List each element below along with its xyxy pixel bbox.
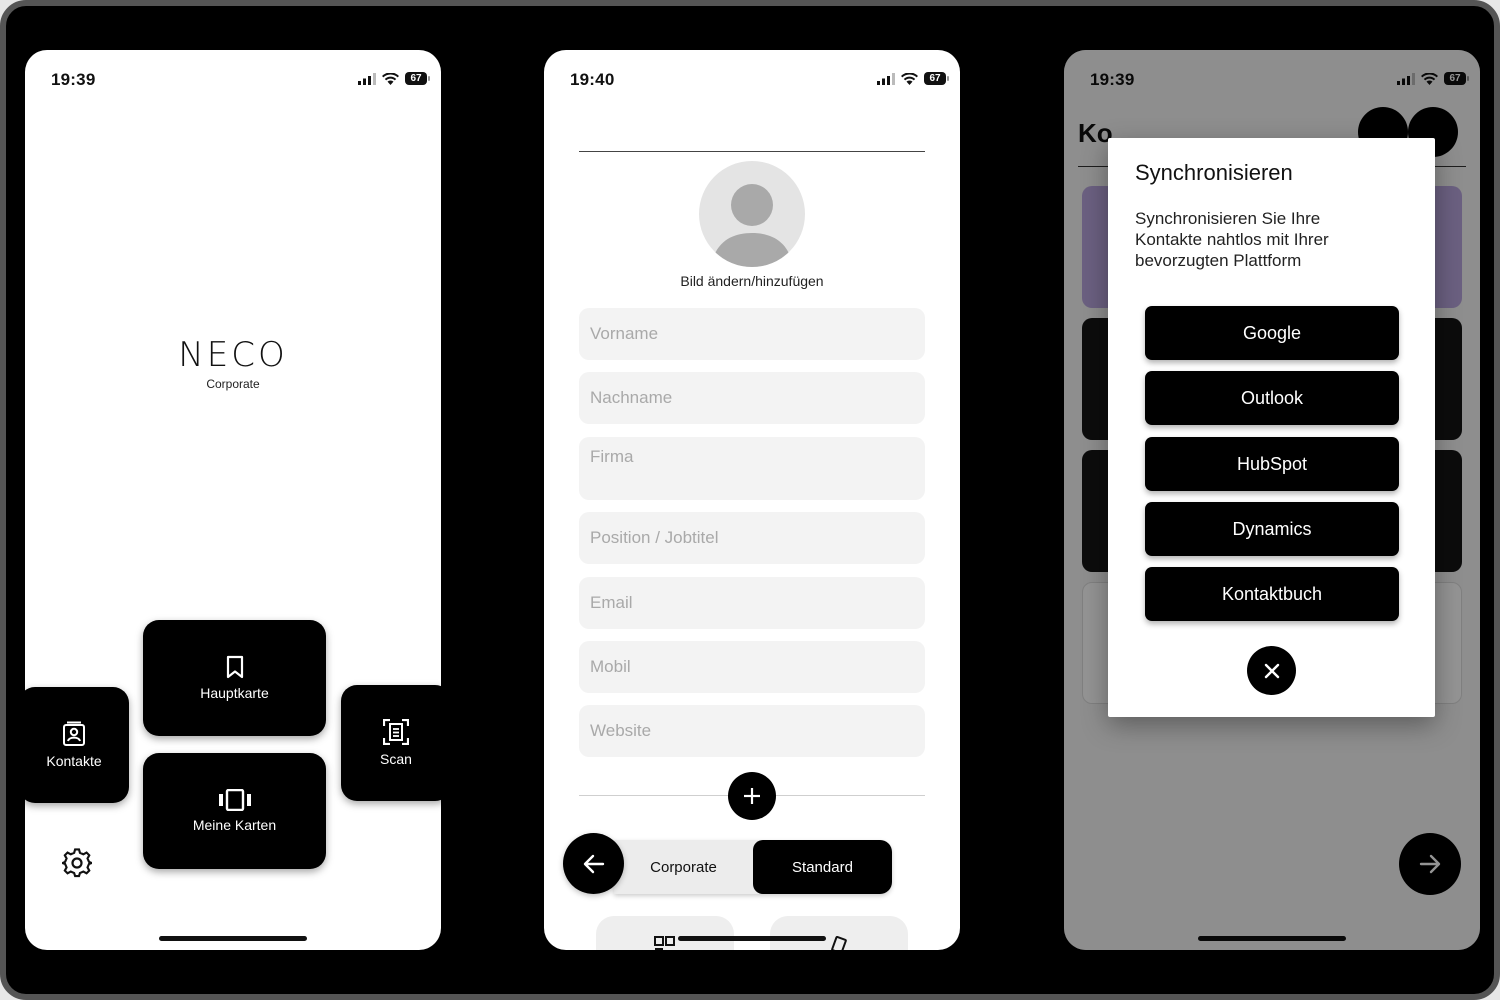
status-time: 19:39 [51,70,96,89]
home-screen: 19:39 67 NECO Corporate Kontakte Hauptka… [25,50,441,950]
device-frame: 19:39 67 NECO Corporate Kontakte Hauptka… [0,0,1500,1000]
back-button[interactable] [563,833,624,894]
sync-outlook-button[interactable]: Outlook [1145,371,1399,425]
meine-karten-button[interactable]: Meine Karten [143,753,326,869]
email-field[interactable] [579,577,925,629]
meine-karten-label: Meine Karten [192,817,277,833]
add-field-button[interactable] [728,772,776,820]
scan-button[interactable]: Scan [341,685,441,801]
cards-carousel-icon [218,789,251,811]
status-time: 19:40 [570,70,615,89]
qr-code-icon [654,936,675,950]
person-placeholder-icon [711,184,793,267]
close-dialog-button[interactable] [1247,646,1296,695]
kontakte-button[interactable]: Kontakte [25,687,129,803]
hauptkarte-button[interactable]: Hauptkarte [143,620,326,736]
arrow-left-icon [583,854,604,873]
app-logo: NECO Corporate [25,335,441,391]
contacts-icon [63,721,85,746]
kontakte-label: Kontakte [46,753,102,769]
wifi-icon [382,72,399,85]
tap-card-icon [831,936,847,950]
sync-google-button[interactable]: Google [1145,306,1399,360]
close-icon [1264,663,1279,678]
home-indicator [159,936,307,941]
sync-kontaktbuch-button[interactable]: Kontaktbuch [1145,567,1399,621]
vorname-field[interactable] [579,308,925,360]
sync-dynamics-button[interactable]: Dynamics [1145,502,1399,556]
battery-icon: 67 [924,72,949,85]
wifi-icon [901,72,918,85]
header-divider [579,151,925,152]
firma-field[interactable] [579,437,925,500]
gear-icon[interactable] [62,848,92,878]
scan-icon [383,719,409,745]
card-type-toggle: Corporate Standard [614,840,892,894]
segment-corporate[interactable]: Corporate [614,840,753,894]
contact-form-screen: 19:40 67 Bild ändern/hinzufügen Vorname … [544,50,960,950]
scan-label: Scan [380,751,412,767]
battery-icon: 67 [405,72,430,85]
position-field[interactable] [579,512,925,564]
dialog-title: Synchronisieren [1135,160,1293,185]
avatar[interactable] [699,161,805,267]
website-field[interactable] [579,705,925,757]
dialog-description: Synchronisieren Sie Ihre Kontakte nahtlo… [1135,209,1329,270]
bottom-tab-qr[interactable] [596,916,734,950]
sync-dialog: Synchronisieren Synchronisieren Sie Ihre… [1108,138,1435,717]
logo-subtitle: Corporate [206,377,260,391]
status-bar: 19:39 67 [25,50,441,110]
signal-icon [358,72,376,85]
contacts-sync-screen: 19:39 67 Ko Synchronisieren Synchronisie… [1064,50,1480,950]
segment-standard[interactable]: Standard [753,840,892,894]
bottom-tab-nfc[interactable] [770,916,908,950]
status-bar: 19:40 67 [544,50,960,110]
bookmark-icon [226,655,243,679]
logo-wordmark: NECO [178,335,288,375]
sync-hubspot-button[interactable]: HubSpot [1145,437,1399,491]
nachname-field[interactable] [579,372,925,424]
avatar-caption[interactable]: Bild ändern/hinzufügen [544,273,960,289]
signal-icon [877,72,895,85]
plus-icon [744,788,760,804]
hauptkarte-label: Hauptkarte [200,685,269,701]
mobil-field[interactable] [579,641,925,693]
home-indicator [678,936,826,941]
